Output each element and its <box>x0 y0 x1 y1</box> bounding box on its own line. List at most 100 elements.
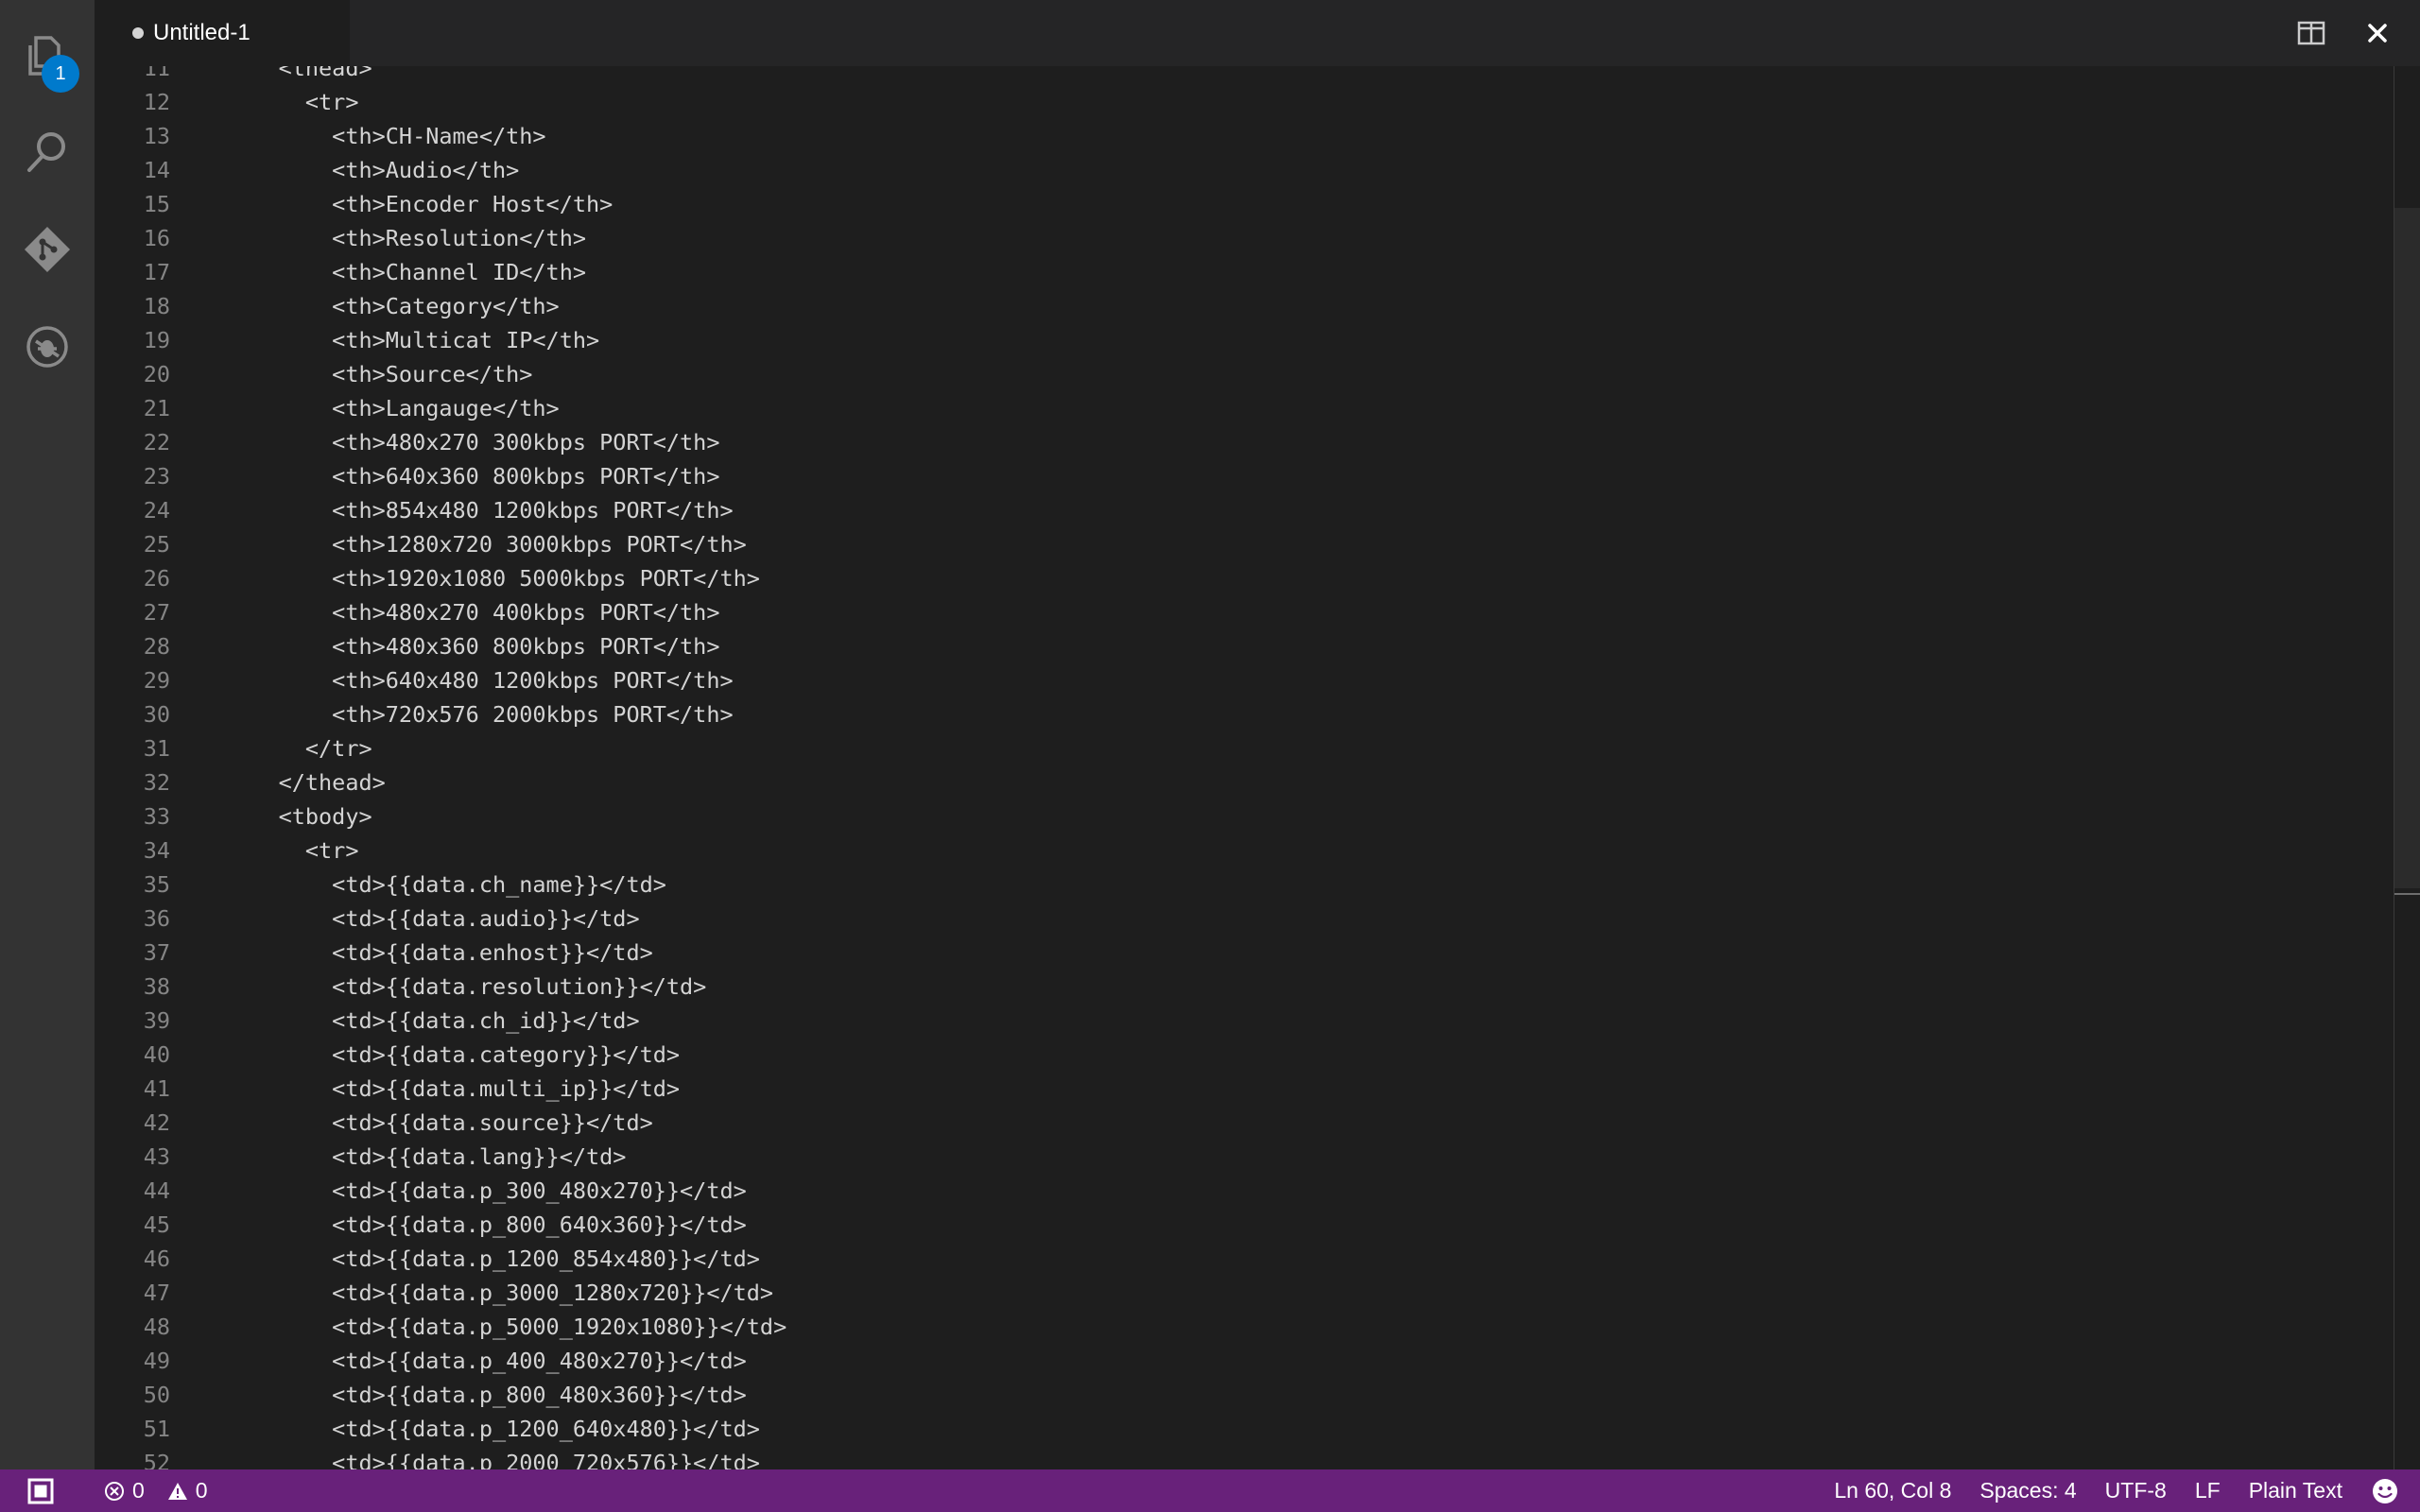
code-line[interactable]: 24 <th>854x480 1200kbps PORT</th> <box>95 493 2420 527</box>
line-number: 49 <box>143 1348 170 1374</box>
line-number: 47 <box>143 1280 170 1306</box>
line-code: <td>{{data.p_2000_720x576}}</td> <box>225 1450 760 1469</box>
search-icon <box>27 132 65 172</box>
line-code: <td>{{data.enhost}}</td> <box>225 939 653 966</box>
code-editor[interactable]: 11 <thead> 12 <tr> 13 <th>CH-Name</th> 14 <… <box>95 66 2420 1469</box>
vertical-scrollbar[interactable] <box>2394 66 2420 1469</box>
line-number: 51 <box>143 1416 170 1442</box>
tab-untitled-1[interactable]: Untitled-1 <box>95 0 350 66</box>
code-line[interactable]: 31 </tr> <box>95 731 2420 765</box>
code-line[interactable]: 14 <th>Audio</th> <box>95 153 2420 187</box>
source-control-button[interactable] <box>19 221 76 278</box>
line-number: 50 <box>143 1382 170 1408</box>
code-line[interactable]: 19 <th>Multicat IP</th> <box>95 323 2420 357</box>
code-line[interactable]: 29 <th>640x480 1200kbps PORT</th> <box>95 663 2420 697</box>
code-line[interactable]: 43 <td>{{data.lang}}</td> <box>95 1140 2420 1174</box>
tab-label: Untitled-1 <box>153 20 251 45</box>
code-line[interactable]: 52 <td>{{data.p_2000_720x576}}</td> <box>95 1446 2420 1469</box>
code-line[interactable]: 20 <th>Source</th> <box>95 357 2420 391</box>
line-number: 36 <box>143 905 170 932</box>
debug-icon <box>26 326 68 368</box>
code-line[interactable]: 49 <td>{{data.p_400_480x270}}</td> <box>95 1344 2420 1378</box>
code-line[interactable]: 38 <td>{{data.resolution}}</td> <box>95 970 2420 1004</box>
code-line[interactable]: 47 <td>{{data.p_3000_1280x720}}</td> <box>95 1276 2420 1310</box>
scrollbar-cursor-marker <box>2394 893 2420 895</box>
encoding-setting[interactable]: UTF-8 <box>2105 1478 2167 1503</box>
code-line[interactable]: 51 <td>{{data.p_1200_640x480}}</td> <box>95 1412 2420 1446</box>
code-line[interactable]: 15 <th>Encoder Host</th> <box>95 187 2420 221</box>
indentation-setting[interactable]: Spaces: 4 <box>1979 1478 2076 1503</box>
line-number: 32 <box>143 769 170 796</box>
editor-lines: 11 <thead> 12 <tr> 13 <th>CH-Name</th> 14 <… <box>95 66 2420 1469</box>
line-number: 35 <box>143 871 170 898</box>
code-line[interactable]: 39 <td>{{data.ch_id}}</td> <box>95 1004 2420 1038</box>
code-line[interactable]: 23 <th>640x360 800kbps PORT</th> <box>95 459 2420 493</box>
line-code: <th>640x480 1200kbps PORT</th> <box>225 667 734 694</box>
search-button[interactable] <box>19 124 76 180</box>
line-number: 30 <box>143 701 170 728</box>
code-line[interactable]: 36 <td>{{data.audio}}</td> <box>95 902 2420 936</box>
split-editor-icon[interactable] <box>2297 19 2325 47</box>
line-number: 12 <box>143 89 170 115</box>
language-mode[interactable]: Plain Text <box>2249 1478 2342 1503</box>
feedback-square-icon[interactable] <box>26 1477 55 1505</box>
line-code: <th>Source</th> <box>225 361 533 387</box>
line-number: 40 <box>143 1041 170 1068</box>
code-line[interactable]: 12 <tr> <box>95 85 2420 119</box>
line-code: <th>Channel ID</th> <box>225 259 587 285</box>
eol-setting[interactable]: LF <box>2195 1478 2221 1503</box>
code-line[interactable]: 33 <tbody> <box>95 799 2420 833</box>
line-number: 31 <box>143 735 170 762</box>
code-line[interactable]: 22 <th>480x270 300kbps PORT</th> <box>95 425 2420 459</box>
line-number: 41 <box>143 1075 170 1102</box>
code-line[interactable]: 27 <th>480x270 400kbps PORT</th> <box>95 595 2420 629</box>
line-code: <th>Multicat IP</th> <box>225 327 600 353</box>
close-icon[interactable] <box>2363 19 2392 47</box>
line-code: <td>{{data.p_800_480x360}}</td> <box>225 1382 747 1408</box>
line-number: 16 <box>143 225 170 251</box>
problems-indicator[interactable]: 0 0 <box>104 1478 208 1503</box>
code-line[interactable]: 13 <th>CH-Name</th> <box>95 119 2420 153</box>
code-line[interactable]: 18 <th>Category</th> <box>95 289 2420 323</box>
code-line[interactable]: 45 <td>{{data.p_800_640x360}}</td> <box>95 1208 2420 1242</box>
code-line[interactable]: 28 <th>480x360 800kbps PORT</th> <box>95 629 2420 663</box>
line-code: <th>854x480 1200kbps PORT</th> <box>225 497 734 524</box>
code-line[interactable]: 30 <th>720x576 2000kbps PORT</th> <box>95 697 2420 731</box>
code-line[interactable]: 16 <th>Resolution</th> <box>95 221 2420 255</box>
line-number: 37 <box>143 939 170 966</box>
code-line[interactable]: 11 <thead> <box>95 66 2420 85</box>
line-code: <td>{{data.p_1200_640x480}}</td> <box>225 1416 760 1442</box>
line-number: 14 <box>143 157 170 183</box>
code-line[interactable]: 41 <td>{{data.multi_ip}}</td> <box>95 1072 2420 1106</box>
line-number: 46 <box>143 1246 170 1272</box>
line-number: 43 <box>143 1143 170 1170</box>
code-line[interactable]: 25 <th>1280x720 3000kbps PORT</th> <box>95 527 2420 561</box>
code-line[interactable]: 32 </thead> <box>95 765 2420 799</box>
code-line[interactable]: 21 <th>Langauge</th> <box>95 391 2420 425</box>
line-number: 42 <box>143 1109 170 1136</box>
cursor-position[interactable]: Ln 60, Col 8 <box>1834 1478 1951 1503</box>
line-code: <th>Resolution</th> <box>225 225 587 251</box>
code-line[interactable]: 42 <td>{{data.source}}</td> <box>95 1106 2420 1140</box>
smiley-feedback-icon[interactable] <box>2371 1477 2399 1505</box>
line-number: 19 <box>143 327 170 353</box>
code-line[interactable]: 37 <td>{{data.enhost}}</td> <box>95 936 2420 970</box>
line-number: 11 <box>143 66 170 81</box>
scrollbar-slider[interactable] <box>2394 208 2420 888</box>
line-code: <th>480x270 300kbps PORT</th> <box>225 429 720 455</box>
tab-bar: Untitled-1 <box>95 0 2420 66</box>
error-count: 0 <box>132 1478 145 1503</box>
code-line[interactable]: 35 <td>{{data.ch_name}}</td> <box>95 868 2420 902</box>
line-code: <td>{{data.ch_id}}</td> <box>225 1007 640 1034</box>
line-code: <td>{{data.p_400_480x270}}</td> <box>225 1348 747 1374</box>
code-line[interactable]: 40 <td>{{data.category}}</td> <box>95 1038 2420 1072</box>
code-line[interactable]: 50 <td>{{data.p_800_480x360}}</td> <box>95 1378 2420 1412</box>
code-line[interactable]: 48 <td>{{data.p_5000_1920x1080}}</td> <box>95 1310 2420 1344</box>
code-line[interactable]: 44 <td>{{data.p_300_480x270}}</td> <box>95 1174 2420 1208</box>
line-number: 21 <box>143 395 170 421</box>
code-line[interactable]: 17 <th>Channel ID</th> <box>95 255 2420 289</box>
code-line[interactable]: 46 <td>{{data.p_1200_854x480}}</td> <box>95 1242 2420 1276</box>
code-line[interactable]: 26 <th>1920x1080 5000kbps PORT</th> <box>95 561 2420 595</box>
debug-button[interactable] <box>19 318 76 375</box>
code-line[interactable]: 34 <tr> <box>95 833 2420 868</box>
